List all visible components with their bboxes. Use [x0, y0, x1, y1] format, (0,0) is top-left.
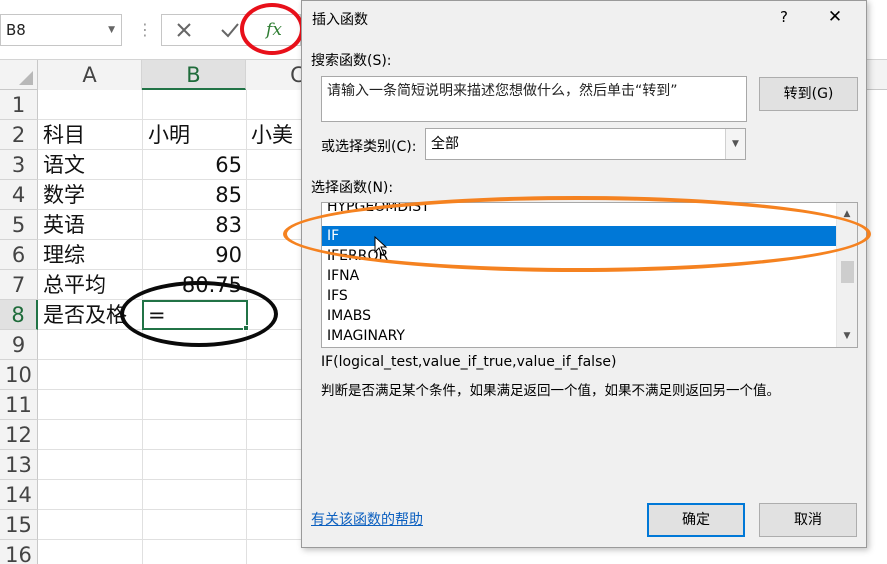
gridline — [38, 539, 302, 540]
gridline — [38, 359, 302, 360]
gridline — [38, 509, 302, 510]
drag-handle-icon[interactable]: ⋮ — [137, 18, 153, 42]
dialog-title: 插入函数 — [312, 12, 368, 28]
row-header[interactable]: 3 — [0, 150, 38, 180]
row-header[interactable]: 11 — [0, 390, 38, 420]
cell-a4[interactable]: 数学 — [43, 180, 85, 210]
help-icon[interactable]: ? — [774, 6, 794, 28]
cell-b4[interactable]: 85 — [142, 180, 246, 210]
category-select[interactable]: 全部 ▼ — [425, 128, 746, 160]
ok-button[interactable]: 确定 — [647, 503, 745, 537]
name-box-value: B8 — [6, 21, 26, 39]
row-header[interactable]: 4 — [0, 180, 38, 210]
chevron-down-icon[interactable]: ▼ — [837, 327, 857, 345]
cell-b2[interactable]: 小明 — [148, 120, 190, 150]
row-header[interactable]: 9 — [0, 330, 38, 360]
column-header-b[interactable]: B — [142, 60, 246, 90]
chevron-down-icon[interactable]: ▼ — [725, 129, 745, 159]
row-header[interactable]: 2 — [0, 120, 38, 150]
select-all-icon — [19, 71, 33, 85]
cell-b3[interactable]: 65 — [142, 150, 246, 180]
chevron-down-icon[interactable]: ▼ — [108, 15, 115, 45]
list-item[interactable]: IFS — [322, 286, 836, 306]
row-header[interactable]: 12 — [0, 420, 38, 450]
cell-a7[interactable]: 总平均 — [43, 270, 106, 300]
gridline — [38, 419, 302, 420]
black-ellipse-annotation — [120, 281, 278, 347]
row-header[interactable]: 7 — [0, 270, 38, 300]
select-all-corner[interactable] — [0, 60, 38, 90]
mouse-pointer-icon — [374, 235, 388, 256]
row-header-active[interactable]: 8 — [0, 300, 38, 330]
row-header[interactable]: 5 — [0, 210, 38, 240]
function-syntax: IF(logical_test,value_if_true,value_if_f… — [321, 354, 617, 370]
row-header[interactable]: 14 — [0, 480, 38, 510]
list-item[interactable]: IMAGINARY — [322, 326, 836, 346]
row-header[interactable]: 10 — [0, 360, 38, 390]
goto-button[interactable]: 转到(G) — [759, 77, 858, 111]
row-header[interactable]: 16 — [0, 540, 38, 564]
search-label: 搜索函数(S): — [311, 53, 392, 69]
cell-c2[interactable]: 小美 — [251, 120, 293, 150]
category-label: 或选择类别(C): — [321, 139, 417, 155]
cell-a6[interactable]: 理综 — [43, 240, 85, 270]
function-help-link[interactable]: 有关该函数的帮助 — [311, 509, 423, 529]
search-input[interactable]: 请输入一条简短说明来描述您想做什么，然后单击“转到” — [321, 76, 747, 122]
column-header-a[interactable]: A — [38, 60, 142, 90]
row-header[interactable]: 15 — [0, 510, 38, 540]
name-box[interactable]: B8 ▼ — [0, 14, 122, 46]
cancel-button[interactable]: 取消 — [759, 503, 857, 537]
row-header[interactable]: 13 — [0, 450, 38, 480]
scrollbar-thumb[interactable] — [841, 261, 854, 283]
gridline — [38, 389, 302, 390]
gridline — [38, 479, 302, 480]
select-function-label: 选择函数(N): — [311, 180, 394, 196]
gridline — [38, 449, 302, 450]
orange-ellipse-annotation — [283, 196, 871, 272]
red-circle-annotation — [240, 3, 304, 55]
function-description: 判断是否满足某个条件，如果满足返回一个值，如果不满足则返回另一个值。 — [321, 383, 780, 399]
cell-a2[interactable]: 科目 — [43, 120, 85, 150]
row-header[interactable]: 1 — [0, 90, 38, 120]
category-value: 全部 — [431, 136, 459, 152]
list-item[interactable]: IMABS — [322, 306, 836, 326]
cell-b6[interactable]: 90 — [142, 240, 246, 270]
close-icon[interactable]: ✕ — [824, 6, 846, 28]
cell-a5[interactable]: 英语 — [43, 210, 85, 240]
cell-a3[interactable]: 语文 — [43, 150, 85, 180]
cell-b5[interactable]: 83 — [142, 210, 246, 240]
insert-function-dialog: 插入函数 ? ✕ 搜索函数(S): 请输入一条简短说明来描述您想做什么，然后单击… — [301, 0, 867, 548]
cell-a8[interactable]: 是否及格 — [43, 300, 127, 330]
check-icon[interactable] — [220, 14, 240, 46]
row-header[interactable]: 6 — [0, 240, 38, 270]
close-icon[interactable] — [176, 14, 192, 46]
